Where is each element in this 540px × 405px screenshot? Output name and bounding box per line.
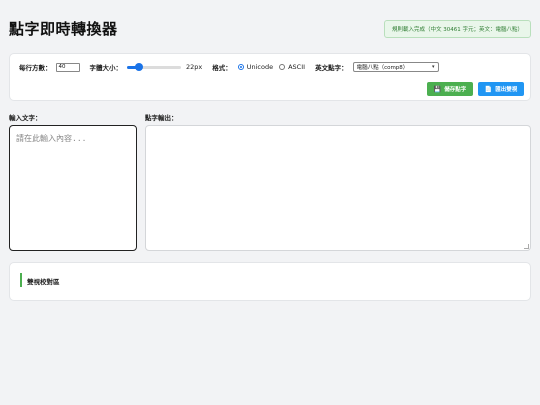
font-size-value: 22px xyxy=(186,63,203,71)
english-braille-selected: 電腦八點（comp8） xyxy=(356,65,409,71)
format-unicode-radio[interactable] xyxy=(237,64,244,70)
text-input[interactable]: 請在此輸入內容... xyxy=(9,125,137,251)
font-size-label: 字體大小： xyxy=(89,64,123,72)
controls-panel: 每行方數： 40 字體大小： 22px 格式： Unicode ASCII 英文… xyxy=(9,53,531,101)
input-label: 輸入文字： xyxy=(9,114,42,122)
proof-section-title: 雙視校對區 xyxy=(27,278,60,286)
save-icon: 💾 xyxy=(433,85,442,93)
per-line-label: 每行方數： xyxy=(19,64,52,72)
slider-thumb[interactable] xyxy=(135,63,144,71)
format-unicode-label[interactable]: Unicode xyxy=(247,63,273,71)
braille-output[interactable] xyxy=(145,125,531,251)
english-braille-select[interactable]: 電腦八點（comp8） ▾ xyxy=(352,62,439,72)
export-button-label: 匯出雙視 xyxy=(495,87,518,93)
format-ascii-label[interactable]: ASCII xyxy=(288,63,305,71)
controls-row: 每行方數： 40 字體大小： 22px 格式： Unicode ASCII 英文… xyxy=(19,61,439,73)
english-braille-label: 英文點字： xyxy=(315,64,348,72)
font-size-slider[interactable] xyxy=(127,62,181,72)
per-line-input[interactable]: 40 xyxy=(55,62,80,72)
format-ascii-radio[interactable] xyxy=(279,64,286,70)
output-label: 點字輸出： xyxy=(145,114,178,122)
format-label: 格式： xyxy=(212,64,232,72)
section-accent-bar xyxy=(20,273,22,287)
resize-handle[interactable] xyxy=(524,244,529,249)
save-button-label: 儲存點字 xyxy=(444,87,467,93)
status-badge: 規則載入完成（中文 30461 字元；英文：電腦八點） xyxy=(384,20,531,38)
chevron-down-icon: ▾ xyxy=(432,64,435,70)
page-title: 點字即時轉換器 xyxy=(9,20,118,38)
export-dual-view-button[interactable]: 📄 匯出雙視 xyxy=(478,82,524,96)
save-braille-button[interactable]: 💾 儲存點字 xyxy=(427,82,473,96)
proof-section: 雙視校對區 xyxy=(9,262,531,301)
document-icon: 📄 xyxy=(484,85,493,93)
